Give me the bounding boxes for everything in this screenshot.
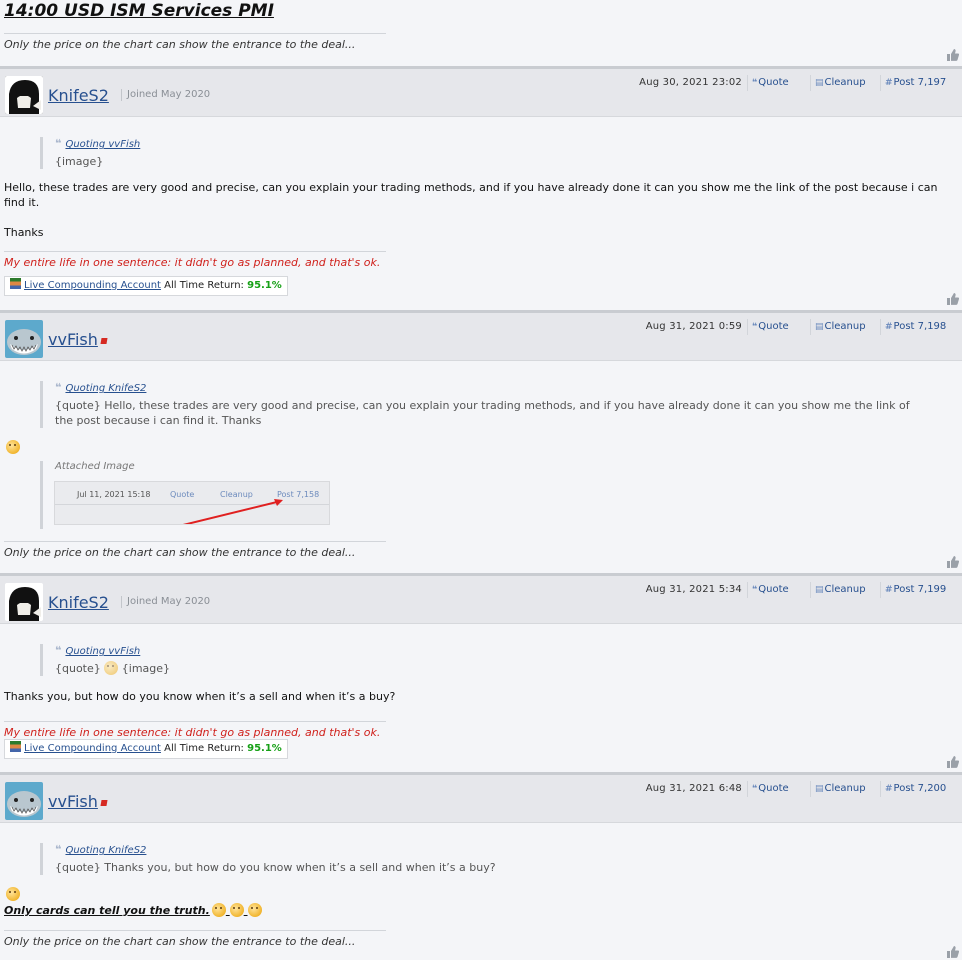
post-text: Thanks you, but how do you know when it’… — [4, 690, 396, 703]
return-percentage: 95.1% — [247, 743, 282, 754]
thumbs-up-icon[interactable] — [946, 49, 959, 61]
cleanup-icon: ▤ — [815, 322, 824, 332]
account-icon — [10, 278, 21, 289]
quote-icon: ❝ — [752, 585, 758, 595]
hash-icon: # — [885, 585, 893, 595]
username-link[interactable]: KnifeS2 — [48, 86, 109, 105]
post-number-link[interactable]: #Post 7,200 — [879, 780, 946, 798]
quote-mark-icon: ❝ — [55, 381, 62, 394]
avatar[interactable] — [5, 782, 43, 820]
post-date: Aug 31, 2021 0:59 — [645, 321, 742, 332]
thinking-emoji-icon — [104, 661, 119, 675]
thinking-emoji-icon — [6, 440, 20, 454]
post: KnifeS2 Joined May 2020 Aug 31, 2021 5:3… — [0, 576, 962, 772]
post-header: KnifeS2 Joined May 2020 Aug 30, 2021 23:… — [0, 69, 962, 117]
quote-block: ❝ Quoting KnifeS2 {quote} Thanks you, but… — [40, 843, 496, 875]
quote-icon: ❝ — [752, 322, 758, 332]
cleanup-button[interactable]: ▤Cleanup — [810, 581, 866, 599]
quote-button[interactable]: ❝Quote — [747, 74, 789, 92]
thumbs-up-icon[interactable] — [946, 756, 959, 768]
quote-mark-icon: ❝ — [55, 843, 62, 856]
smirk-emoji-icon — [247, 903, 262, 917]
thumbs-up-icon[interactable] — [946, 946, 959, 958]
post: vvFish Aug 31, 2021 6:48 ❝Quote ▤Cleanup… — [0, 775, 962, 960]
attached-image[interactable]: Jul 11, 2021 15:18 Quote Cleanup Post 7,… — [54, 481, 330, 525]
quote-block: ❝ Quoting KnifeS2 {quote} Hello, these tr… — [40, 381, 920, 428]
quote-block: ❝ Quoting vvFish {quote} {image} — [40, 644, 170, 676]
account-badge: Live Compounding Account All Time Return… — [4, 739, 288, 759]
thumbs-up-icon[interactable] — [946, 556, 959, 568]
scroll-rail[interactable] — [962, 0, 974, 960]
signature: Only the price on the chart can show the… — [4, 541, 386, 559]
post-header: vvFish Aug 31, 2021 6:48 ❝Quote ▤Cleanup… — [0, 775, 962, 823]
quote-attribution[interactable]: ❝ Quoting KnifeS2 — [55, 843, 496, 856]
cleanup-icon: ▤ — [815, 585, 824, 595]
account-icon — [10, 741, 21, 752]
avatar[interactable] — [5, 320, 43, 358]
post-date: Aug 30, 2021 23:02 — [639, 77, 742, 88]
thumbs-up-icon[interactable] — [946, 293, 959, 305]
quote-text: {image} — [55, 155, 104, 168]
online-status-icon — [100, 338, 108, 344]
post: vvFish Aug 31, 2021 0:59 ❝Quote ▤Cleanup… — [0, 313, 962, 573]
hash-icon: # — [885, 322, 893, 332]
signature: My entire life in one sentence: it didn'… — [4, 251, 386, 269]
quote-attribution[interactable]: ❝ Quoting vvFish — [55, 137, 140, 150]
quote-mark-icon: ❝ — [55, 644, 62, 657]
quote-text: {quote} Thanks you, but how do you know … — [55, 861, 496, 874]
hash-icon: # — [885, 78, 893, 88]
account-link[interactable]: Live Compounding Account — [24, 280, 161, 291]
hash-icon: # — [885, 784, 893, 794]
cleanup-button[interactable]: ▤Cleanup — [810, 780, 866, 798]
post: KnifeS2 Joined May 2020 Aug 30, 2021 23:… — [0, 69, 962, 310]
post-date: Aug 31, 2021 5:34 — [645, 584, 742, 595]
username-link[interactable]: KnifeS2 — [48, 593, 109, 612]
avatar[interactable] — [5, 76, 43, 114]
thinking-emoji-icon — [6, 887, 20, 901]
quote-text: {quote} Hello, these trades are very goo… — [55, 399, 910, 427]
join-date: Joined May 2020 — [121, 596, 210, 608]
signature: Only the price on the chart can show the… — [4, 930, 386, 948]
prev-post-tail: 14:00 USD ISM Services PMI Only the pric… — [0, 0, 962, 66]
forum-thread: 14:00 USD ISM Services PMI Only the pric… — [0, 0, 974, 960]
online-status-icon — [100, 800, 108, 806]
account-link[interactable]: Live Compounding Account — [24, 743, 161, 754]
return-percentage: 95.1% — [247, 280, 282, 291]
join-date: Joined May 2020 — [121, 89, 210, 101]
signature: Only the price on the chart can show the… — [4, 33, 386, 51]
account-badge: Live Compounding Account All Time Return… — [4, 276, 288, 296]
post-text-bold: Only cards can tell you the truth. — [4, 903, 262, 918]
quote-mark-icon: ❝ — [55, 137, 62, 150]
post-date: Aug 31, 2021 6:48 — [645, 783, 742, 794]
cleanup-button[interactable]: ▤Cleanup — [810, 74, 866, 92]
signature: My entire life in one sentence: it didn'… — [4, 721, 386, 739]
attachment-label: Attached Image — [55, 461, 135, 472]
smirk-emoji-icon — [229, 903, 244, 917]
post-number-link[interactable]: #Post 7,197 — [879, 74, 946, 92]
quote-text: {quote} {image} — [55, 661, 171, 675]
cleanup-icon: ▤ — [815, 78, 824, 88]
post-text: Hello, these trades are very good and pr… — [4, 181, 938, 209]
quote-button[interactable]: ❝Quote — [747, 780, 789, 798]
post-header: vvFish Aug 31, 2021 0:59 ❝Quote ▤Cleanup… — [0, 313, 962, 361]
quote-attribution[interactable]: ❝ Quoting vvFish — [55, 644, 170, 657]
post-text: Thanks — [4, 226, 44, 239]
post-number-link[interactable]: #Post 7,198 — [879, 318, 946, 336]
username-link[interactable]: vvFish — [48, 792, 108, 811]
quote-button[interactable]: ❝Quote — [747, 581, 789, 599]
username-link[interactable]: vvFish — [48, 330, 108, 349]
post-number-link[interactable]: #Post 7,199 — [879, 581, 946, 599]
cleanup-icon: ▤ — [815, 784, 824, 794]
avatar[interactable] — [5, 583, 43, 621]
quote-block: ❝ Quoting vvFish {image} — [40, 137, 140, 169]
quote-attribution[interactable]: ❝ Quoting KnifeS2 — [55, 381, 920, 394]
post-header: KnifeS2 Joined May 2020 Aug 31, 2021 5:3… — [0, 576, 962, 624]
post-headline: 14:00 USD ISM Services PMI — [4, 1, 274, 21]
quote-icon: ❝ — [752, 78, 758, 88]
quote-button[interactable]: ❝Quote — [747, 318, 789, 336]
quote-icon: ❝ — [752, 784, 758, 794]
smirk-emoji-icon — [211, 903, 226, 917]
cleanup-button[interactable]: ▤Cleanup — [810, 318, 866, 336]
